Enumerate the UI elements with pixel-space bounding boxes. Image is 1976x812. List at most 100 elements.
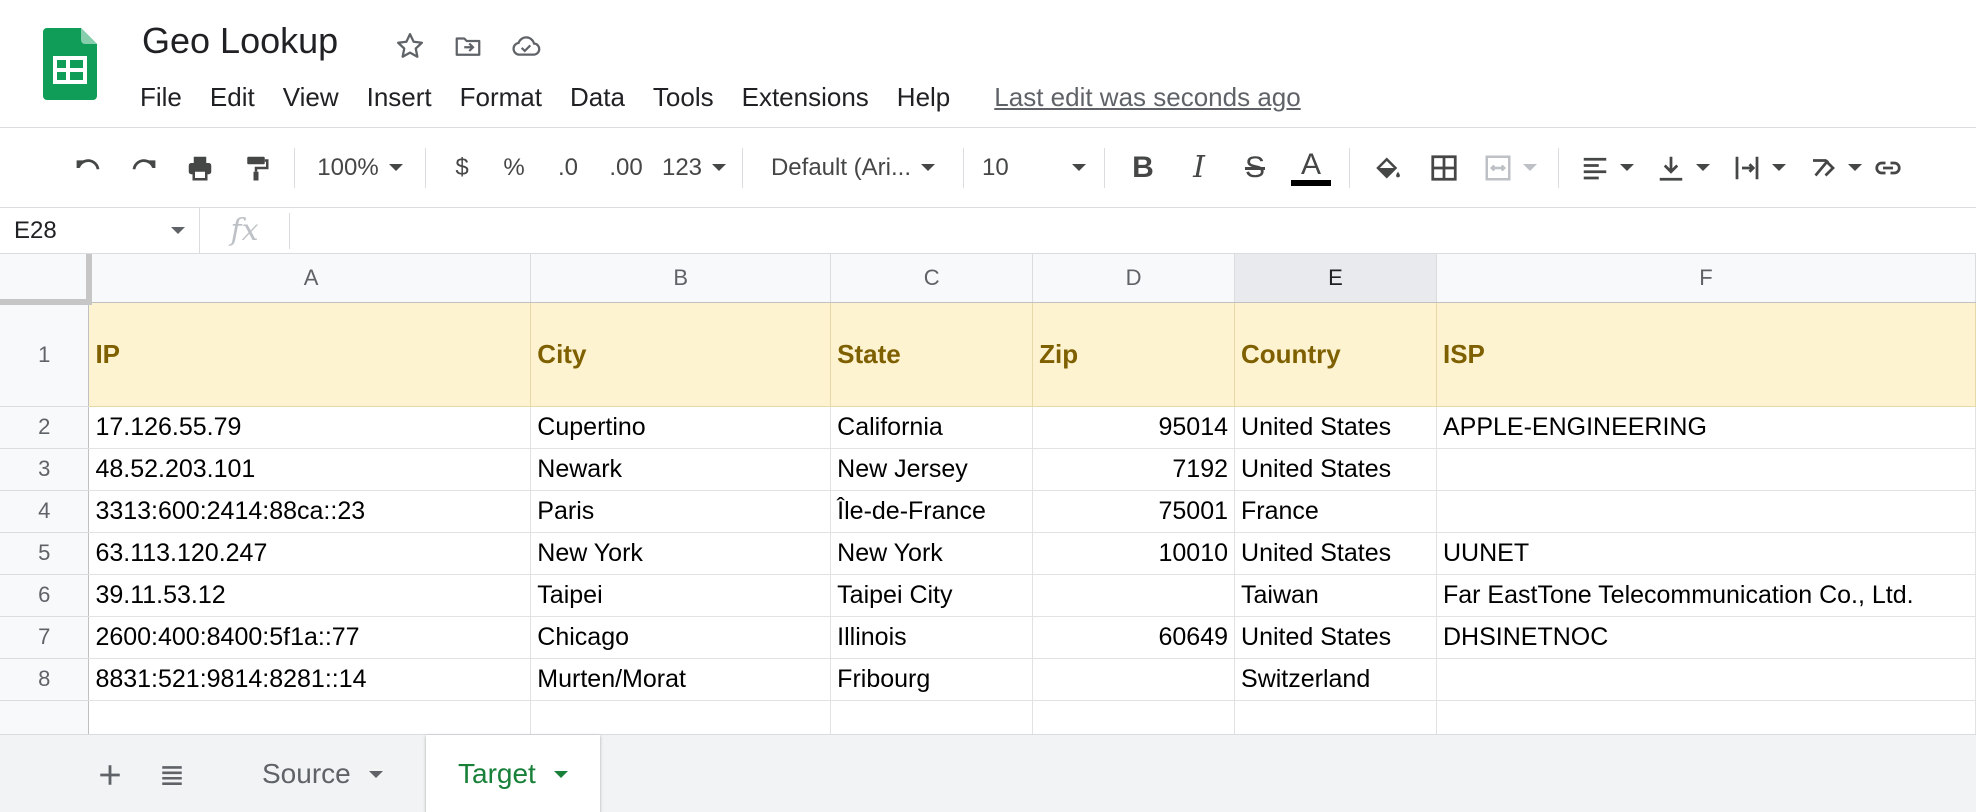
text-color-button[interactable]: A [1283,140,1339,196]
cell-isp[interactable] [1436,658,1976,701]
column-header-f[interactable]: F [1436,254,1976,303]
cell-ip[interactable]: 8831:521:9814:8281::14 [88,658,532,701]
cell-city[interactable]: Paris [530,490,832,533]
column-header-d[interactable]: D [1032,254,1236,303]
undo-icon[interactable] [60,140,116,196]
cell-state[interactable]: Taipei City [830,574,1034,617]
cell-state[interactable]: Île-de-France [830,490,1034,533]
redo-icon[interactable] [116,140,172,196]
cell-ip[interactable]: 63.113.120.247 [88,532,532,575]
move-to-folder-icon[interactable] [446,24,490,68]
cell-e1[interactable]: Country [1234,302,1437,407]
last-edit-link[interactable]: Last edit was seconds ago [994,78,1300,116]
insert-link-icon[interactable] [1873,140,1903,196]
cell-zip[interactable] [1032,574,1236,617]
number-format-select[interactable]: 123 [656,140,732,196]
merge-cells-icon[interactable] [1472,140,1548,196]
cell-isp[interactable]: APPLE-ENGINEERING [1436,406,1976,449]
sheet-tab-target[interactable]: Target [426,735,600,812]
cell-ip[interactable]: 2600:400:8400:5f1a::77 [88,616,532,659]
menu-edit[interactable]: Edit [196,78,269,116]
menu-data[interactable]: Data [556,78,639,116]
cell-zip[interactable] [1032,658,1236,701]
row-header[interactable]: 4 [0,490,90,533]
row-header[interactable]: 8 [0,658,90,701]
strikethrough-button[interactable]: S [1227,140,1283,196]
cell-city[interactable]: Newark [530,448,832,491]
cell-isp[interactable]: DHSINETNOC [1436,616,1976,659]
cell-city[interactable]: New York [530,532,832,575]
menu-extensions[interactable]: Extensions [728,78,883,116]
cell-isp[interactable]: UUNET [1436,532,1976,575]
italic-button[interactable]: I [1171,140,1227,196]
row-header[interactable]: 6 [0,574,90,617]
bold-button[interactable]: B [1115,140,1171,196]
text-wrapping-icon[interactable] [1721,140,1797,196]
cell-b1[interactable]: City [530,302,832,407]
cell-state[interactable]: California [830,406,1034,449]
row-header[interactable]: 7 [0,616,90,659]
cell-country[interactable]: Switzerland [1234,658,1437,701]
font-size-select[interactable]: 10 [974,140,1094,196]
menu-view[interactable]: View [269,78,353,116]
cell-city[interactable]: Cupertino [530,406,832,449]
decrease-decimal-button[interactable]: .0 [540,140,596,196]
cell-city[interactable]: Taipei [530,574,832,617]
cell-empty[interactable] [1436,700,1976,734]
sheet-tab-source[interactable]: Source [230,735,415,812]
paint-format-icon[interactable] [228,140,284,196]
cell-city[interactable]: Chicago [530,616,832,659]
vertical-align-icon[interactable] [1645,140,1721,196]
cell-zip[interactable]: 10010 [1032,532,1236,575]
sheets-logo-icon[interactable] [43,28,97,100]
cell-state[interactable]: New Jersey [830,448,1034,491]
menu-format[interactable]: Format [446,78,556,116]
cloud-saved-icon[interactable] [504,24,548,68]
cell-isp[interactable] [1436,490,1976,533]
formula-input[interactable] [290,208,1976,254]
row-header[interactable]: 1 [0,302,90,407]
cell-country[interactable]: Taiwan [1234,574,1437,617]
horizontal-align-icon[interactable] [1569,140,1645,196]
cell-country[interactable]: United States [1234,616,1437,659]
column-header-c[interactable]: C [830,254,1034,303]
cell-empty[interactable] [530,700,832,734]
cell-zip[interactable]: 7192 [1032,448,1236,491]
percent-format-button[interactable]: % [488,140,540,196]
cell-ip[interactable]: 17.126.55.79 [88,406,532,449]
cell-c1[interactable]: State [830,302,1034,407]
fill-color-icon[interactable] [1360,140,1416,196]
cell-ip[interactable]: 3313:600:2414:88ca::23 [88,490,532,533]
currency-format-button[interactable]: $ [436,140,488,196]
cell-state[interactable]: Illinois [830,616,1034,659]
cell-f1[interactable]: ISP [1436,302,1976,407]
cell-isp[interactable] [1436,448,1976,491]
cell-country[interactable]: United States [1234,532,1437,575]
cell-isp[interactable]: Far EastTone Telecommunication Co., Ltd. [1436,574,1976,617]
text-rotation-icon[interactable] [1797,140,1873,196]
column-header-e[interactable]: E [1234,254,1437,303]
cell-ip[interactable]: 48.52.203.101 [88,448,532,491]
menu-tools[interactable]: Tools [639,78,728,116]
cell-zip[interactable]: 95014 [1032,406,1236,449]
menu-file[interactable]: File [126,78,196,116]
column-header-a[interactable]: A [88,254,532,303]
cell-empty[interactable] [830,700,1034,734]
cell-empty[interactable] [1032,700,1236,734]
increase-decimal-button[interactable]: .00 [596,140,656,196]
cell-zip[interactable]: 60649 [1032,616,1236,659]
borders-icon[interactable] [1416,140,1472,196]
all-sheets-icon[interactable] [146,749,198,801]
column-header-b[interactable]: B [530,254,832,303]
cell-zip[interactable]: 75001 [1032,490,1236,533]
name-box[interactable]: E28 [0,207,200,254]
select-all-corner[interactable] [0,254,92,305]
cell-country[interactable]: United States [1234,406,1437,449]
row-header[interactable]: 5 [0,532,90,575]
cell-country[interactable]: France [1234,490,1437,533]
row-header[interactable] [0,700,90,734]
add-sheet-icon[interactable] [84,749,136,801]
row-header[interactable]: 2 [0,406,90,449]
cell-state[interactable]: New York [830,532,1034,575]
document-title[interactable]: Geo Lookup [142,20,338,62]
